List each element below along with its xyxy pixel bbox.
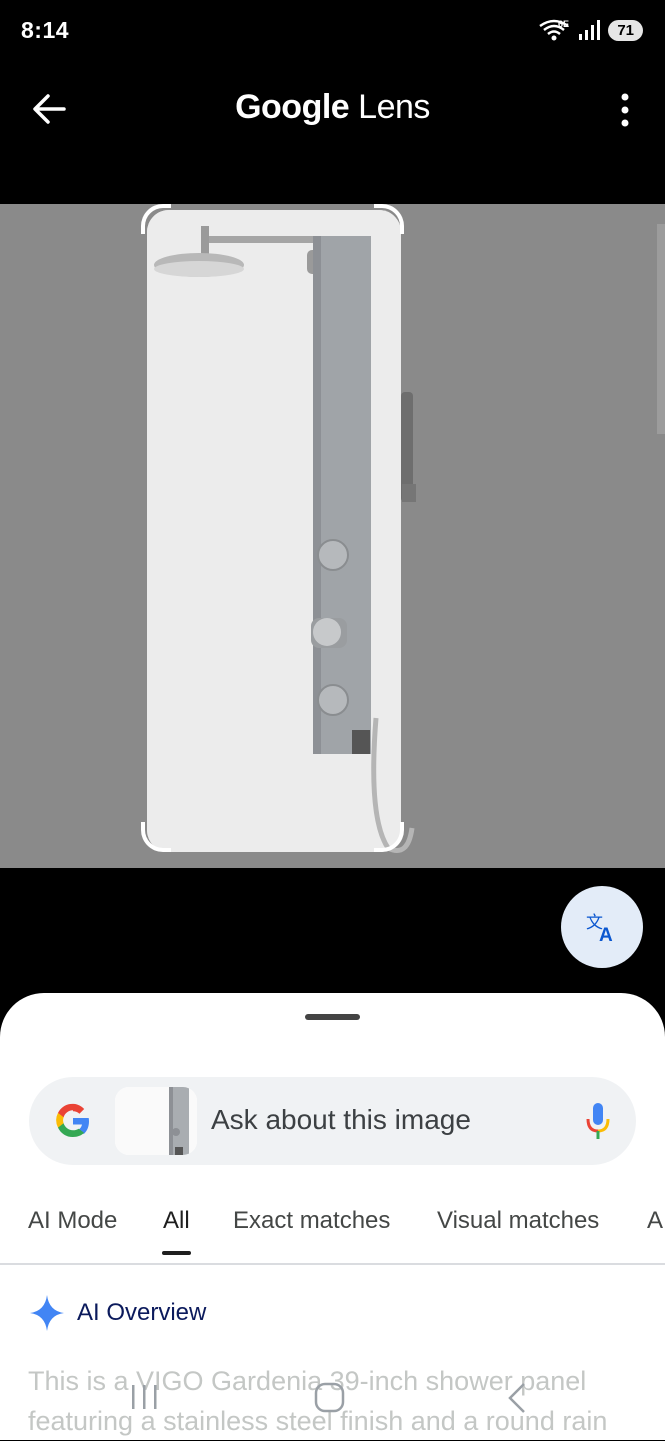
crop-corner-tr[interactable] <box>374 204 404 234</box>
image-edge <box>657 224 665 434</box>
crop-corner-bl[interactable] <box>141 822 171 852</box>
tab-more[interactable]: A <box>647 1207 663 1235</box>
google-g-icon <box>56 1103 89 1138</box>
image-thumbnail[interactable] <box>115 1087 197 1155</box>
translate-icon: 文 A <box>586 913 613 944</box>
hand-shower-image <box>371 392 416 853</box>
search-bar[interactable]: Ask about this image <box>29 1077 636 1165</box>
divider <box>0 1263 665 1265</box>
mic-icon[interactable] <box>584 1101 612 1141</box>
thumbnail-shower-image <box>115 1087 197 1155</box>
status-icons: 6E 71 <box>538 18 643 42</box>
title-lens: Lens <box>358 88 430 126</box>
image-preview[interactable] <box>0 204 665 868</box>
drag-handle[interactable] <box>305 1014 360 1020</box>
more-vert-icon[interactable] <box>619 92 631 128</box>
ai-overview-header[interactable]: AI Overview <box>29 1293 206 1333</box>
status-time: 8:14 <box>21 17 70 43</box>
tab-exact-matches[interactable]: Exact matches <box>233 1207 390 1235</box>
sparkle-icon <box>30 1295 64 1331</box>
tab-ai-mode[interactable]: AI Mode <box>28 1207 117 1235</box>
search-input[interactable]: Ask about this image <box>211 1104 471 1136</box>
title-google: Google <box>235 88 350 126</box>
system-nav-bar <box>0 1375 665 1440</box>
tab-all[interactable]: All <box>163 1207 190 1235</box>
tab-visual-matches[interactable]: Visual matches <box>437 1207 599 1235</box>
battery-indicator: 71 <box>608 19 643 41</box>
nav-back-icon[interactable] <box>502 1381 532 1415</box>
active-tab-indicator <box>162 1251 191 1255</box>
translate-button[interactable]: 文 A <box>561 886 643 968</box>
app-bar: Google Lens <box>0 62 665 157</box>
selection-crop[interactable] <box>147 210 401 852</box>
signal-icon <box>579 20 601 40</box>
page-title: Google Lens <box>0 88 665 127</box>
wifi-icon: 6E <box>539 19 569 41</box>
network-type: 6E <box>558 19 569 29</box>
svg-text:A: A <box>599 925 613 944</box>
shower-panel-image <box>147 210 401 852</box>
status-bar: 8:14 6E 71 <box>0 0 665 62</box>
results-sheet: Ask about this image AI Mode All Exact m… <box>0 993 665 1440</box>
recents-icon[interactable] <box>128 1383 162 1413</box>
crop-corner-tl[interactable] <box>141 204 171 234</box>
result-tabs: AI Mode All Exact matches Visual matches… <box>0 1203 665 1263</box>
ai-overview-label: AI Overview <box>77 1299 207 1326</box>
home-icon[interactable] <box>313 1381 347 1415</box>
